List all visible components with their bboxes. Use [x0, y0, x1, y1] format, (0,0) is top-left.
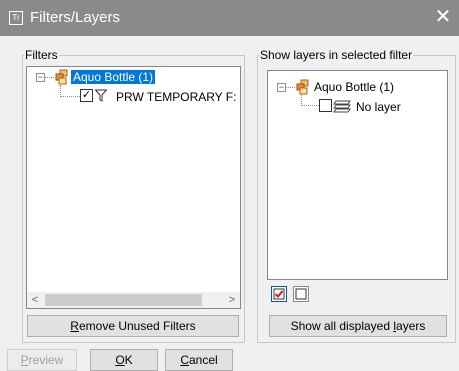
clear-all-checkbox-icon[interactable]: [293, 286, 309, 302]
filters-hscrollbar[interactable]: < >: [27, 292, 240, 308]
preview-button[interactable]: Preview: [7, 349, 77, 371]
layers-root-label[interactable]: Aquo Bottle (1): [314, 80, 394, 94]
filters-tree[interactable]: − Aquo Bottle (1) ✓ PRW TEMPORARY F:: [26, 66, 241, 309]
remove-button-mnemonic: R: [70, 319, 79, 333]
remove-button-label: emove Unused Filters: [78, 319, 196, 333]
scroll-left-icon[interactable]: <: [27, 292, 43, 308]
filter-item-checkbox[interactable]: ✓: [80, 89, 93, 102]
layers-root-expander[interactable]: −: [277, 83, 286, 92]
select-all-checkbox-icon[interactable]: [271, 286, 287, 302]
layer-item-label[interactable]: No layer: [356, 100, 401, 114]
tree-connector-child: [301, 105, 319, 106]
show-all-prefix: Show all displayed: [290, 319, 394, 333]
filters-root-item[interactable]: Aquo Bottle (1): [71, 70, 156, 84]
funnel-icon: [95, 89, 107, 102]
filters-root-expander[interactable]: −: [36, 73, 45, 82]
layers-group-label: Show layers in selected filter: [259, 48, 414, 62]
tree-connector: [286, 87, 295, 88]
preview-mnemonic: P: [20, 353, 29, 367]
filters-root-label: Aquo Bottle (1): [71, 70, 156, 84]
close-icon[interactable]: ✕: [427, 0, 459, 36]
scroll-right-icon[interactable]: >: [224, 292, 240, 308]
filter-group-icon: [55, 69, 68, 85]
cancel-button[interactable]: Cancel: [165, 349, 233, 371]
ok-button[interactable]: OK: [90, 349, 158, 371]
remove-unused-filters-button[interactable]: Remove Unused Filters: [27, 315, 239, 337]
title-bar: Tr Filters/Layers ✕: [0, 0, 459, 36]
app-icon: Tr: [9, 11, 23, 25]
layers-icon: [333, 100, 351, 113]
window-title: Filters/Layers: [30, 9, 121, 26]
show-all-suffix: ayers: [396, 319, 426, 333]
filter-group-icon: [296, 79, 309, 95]
layers-tree[interactable]: − Aquo Bottle (1) No layer: [267, 70, 448, 280]
tree-connector-child: [60, 96, 80, 97]
tree-connector: [45, 77, 54, 78]
preview-label: review: [28, 353, 64, 367]
cancel-mnemonic: C: [180, 353, 189, 367]
cancel-label: ancel: [188, 353, 218, 367]
filter-item-label[interactable]: PRW TEMPORARY F:: [116, 90, 236, 104]
layer-item-checkbox[interactable]: [319, 99, 332, 112]
ok-label: K: [124, 353, 133, 367]
filters-group-label: Filters: [24, 48, 59, 62]
ok-mnemonic: O: [115, 353, 125, 367]
show-all-displayed-layers-button[interactable]: Show all displayed layers: [269, 315, 447, 337]
scroll-thumb[interactable]: [45, 294, 202, 306]
